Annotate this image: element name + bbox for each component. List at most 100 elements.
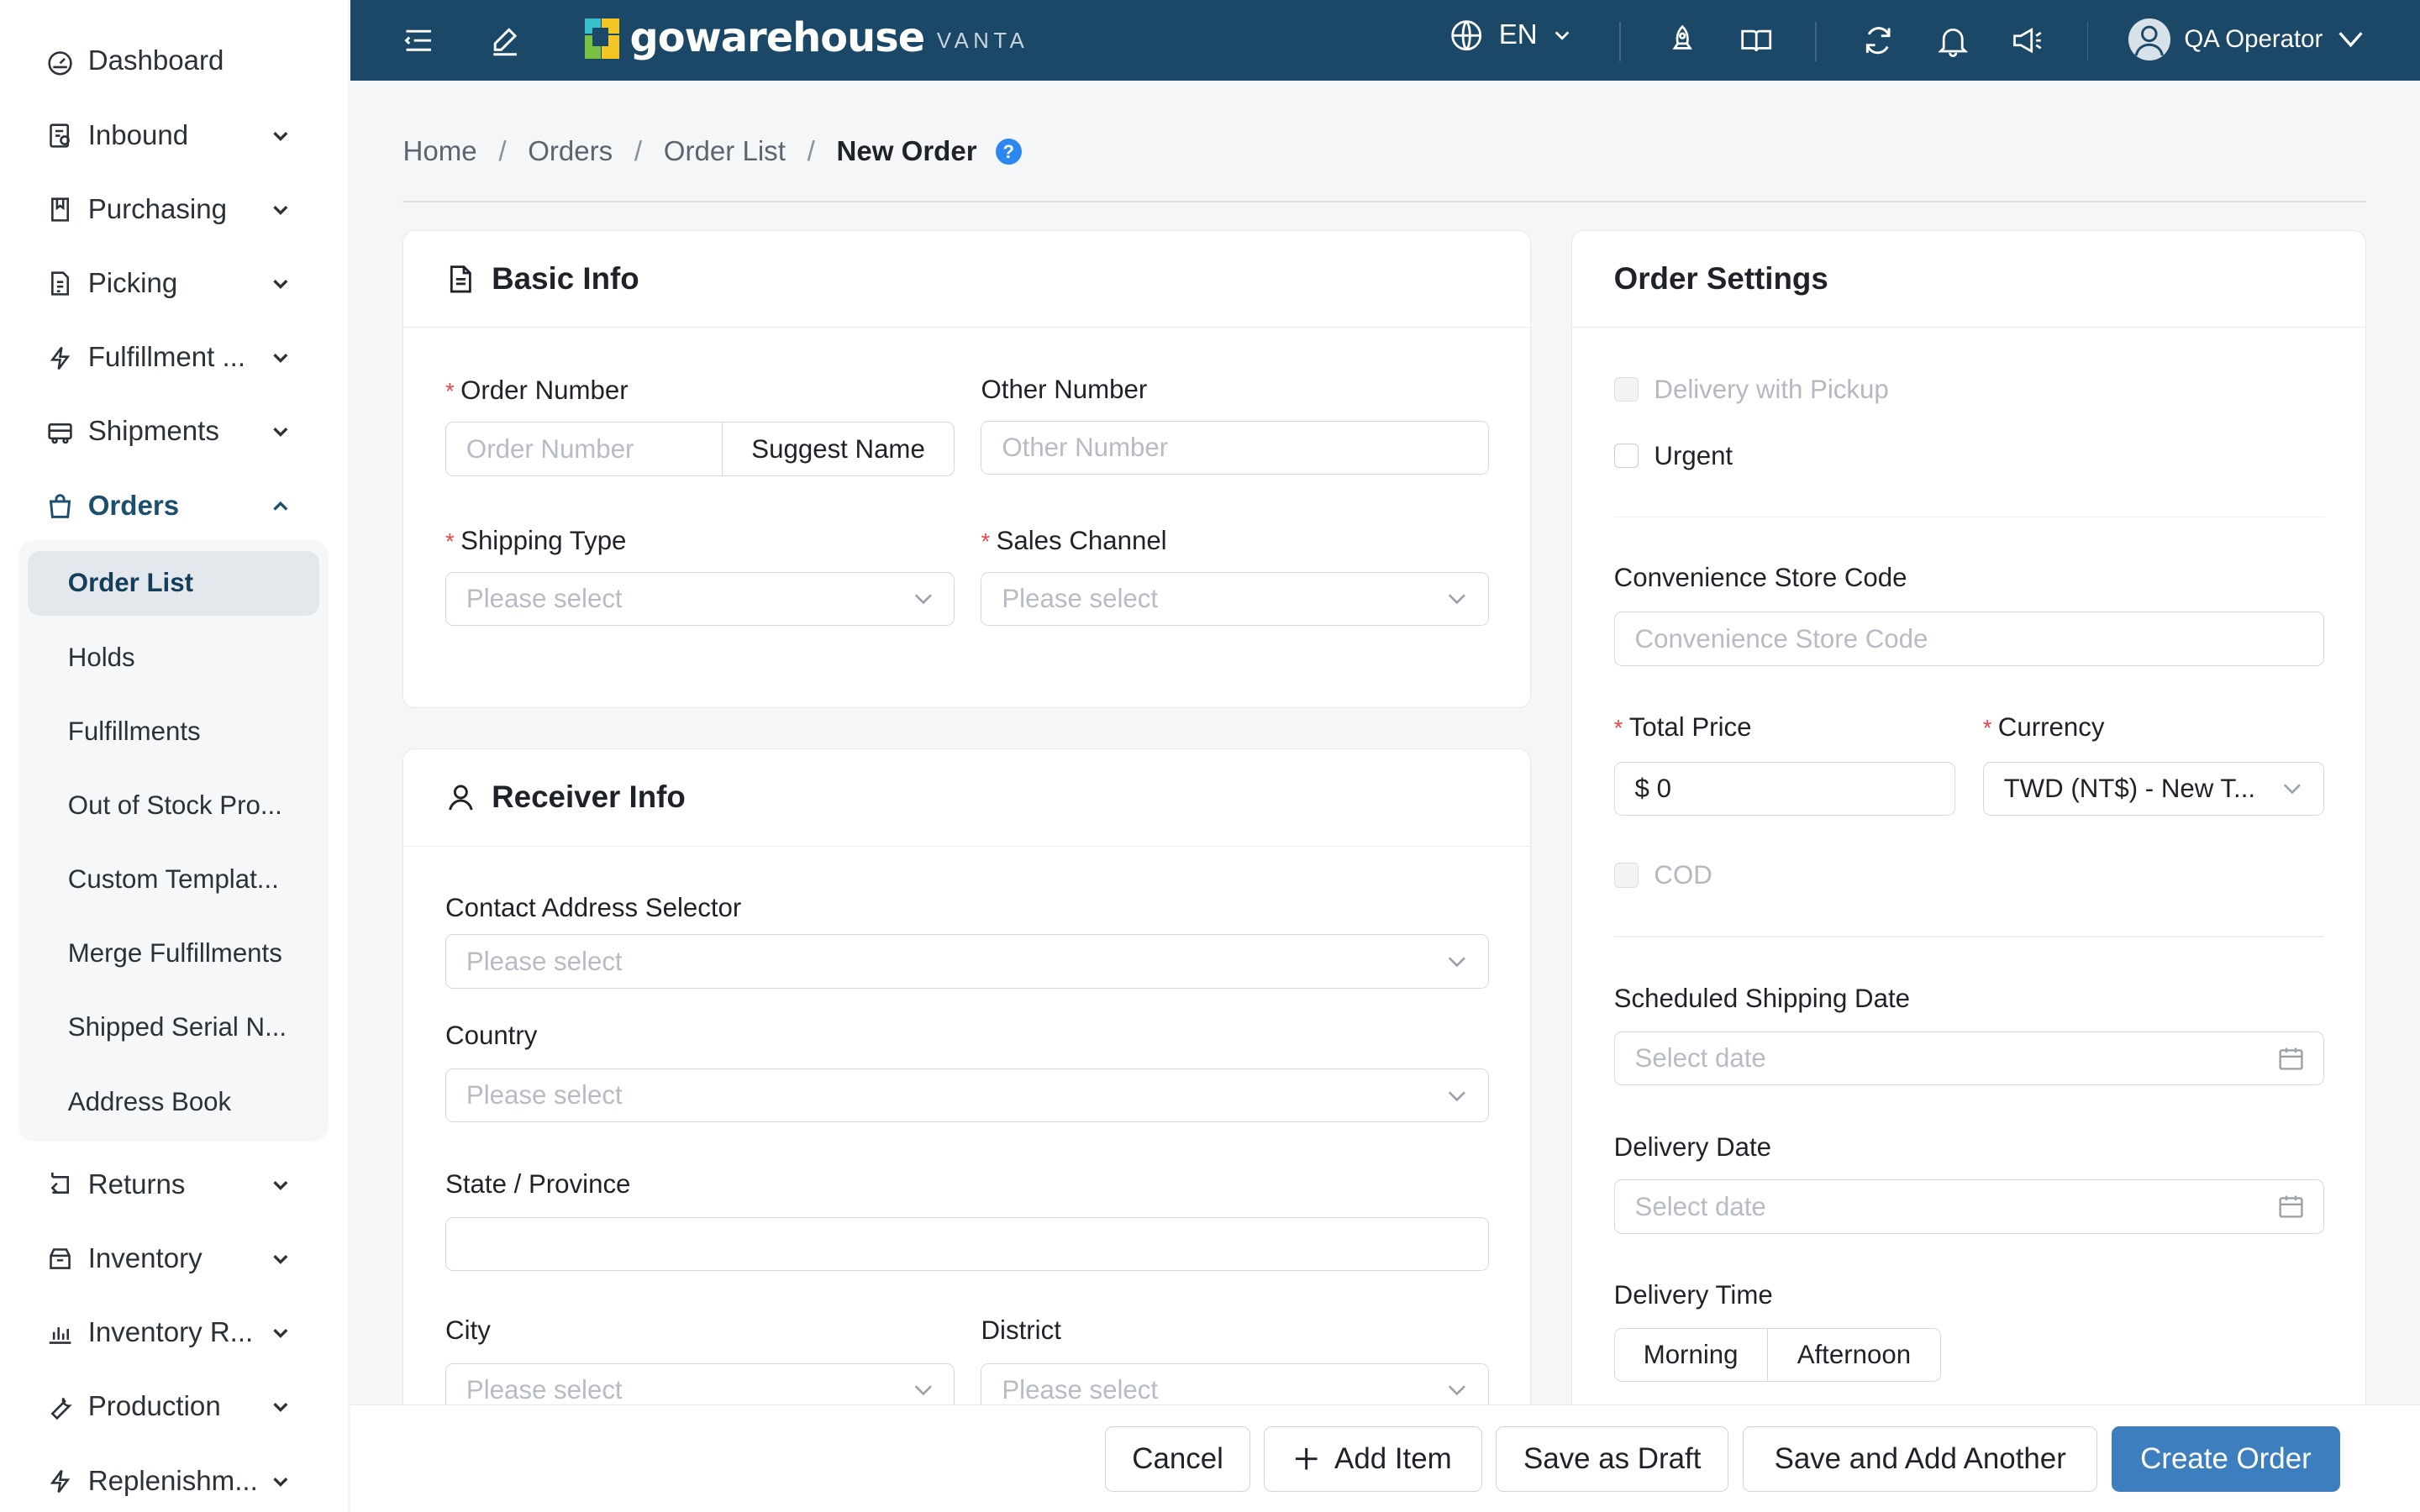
delivery-with-pickup-checkbox[interactable]: Delivery with Pickup bbox=[1613, 374, 1889, 405]
bell-icon[interactable] bbox=[1934, 22, 1971, 59]
checkbox-label: Delivery with Pickup bbox=[1654, 374, 1889, 404]
chevron-down-icon bbox=[273, 1477, 288, 1487]
sidebar-item-production[interactable]: Production bbox=[0, 1373, 348, 1441]
edit-pen-icon[interactable] bbox=[487, 22, 523, 59]
help-icon[interactable]: ? bbox=[995, 139, 1022, 165]
sidebar-item-purchasing[interactable]: Purchasing bbox=[0, 176, 348, 244]
checkbox-box bbox=[1613, 443, 1639, 469]
delivery-date-picker[interactable]: Select date bbox=[1613, 1179, 2324, 1234]
submenu-item-fulfillments[interactable]: Fulfillments bbox=[28, 699, 319, 764]
country-label: Country bbox=[445, 1021, 538, 1051]
submenu-item-out-of-stock[interactable]: Out of Stock Pro... bbox=[28, 773, 319, 837]
shipping-type-select[interactable]: Please select bbox=[445, 571, 955, 626]
total-price-input[interactable]: $ 0 bbox=[1613, 761, 1955, 816]
delivery-date-label: Delivery Date bbox=[1613, 1131, 1772, 1162]
select-placeholder: Please select bbox=[466, 1375, 623, 1405]
breadcrumb-separator: / bbox=[807, 135, 815, 167]
brand-sub: VANTA bbox=[936, 29, 1029, 54]
chevron-down-icon bbox=[2338, 32, 2363, 48]
delivery-time-label: Delivery Time bbox=[1613, 1279, 1773, 1310]
submenu-item-merge-fulfillments[interactable]: Merge Fulfillments bbox=[28, 921, 319, 986]
checkbox-label: Urgent bbox=[1654, 440, 1733, 470]
submenu-item-holds[interactable]: Holds bbox=[28, 625, 319, 690]
breadcrumb-order-list[interactable]: Order List bbox=[664, 136, 786, 168]
sales-channel-select[interactable]: Please select bbox=[981, 571, 1489, 626]
sidebar-item-returns[interactable]: Returns bbox=[0, 1151, 348, 1219]
delivery-time-afternoon[interactable]: Afternoon bbox=[1768, 1329, 1941, 1381]
submenu-item-custom-templates[interactable]: Custom Templat... bbox=[28, 848, 319, 912]
rocket-icon[interactable] bbox=[1664, 22, 1701, 59]
calendar-icon bbox=[2279, 1047, 2303, 1070]
currency-label: * Currency bbox=[1982, 711, 2105, 742]
submenu-item-address-book[interactable]: Address Book bbox=[28, 1069, 319, 1134]
sidebar-item-inventory-reports[interactable]: Inventory R... bbox=[0, 1299, 348, 1368]
topbar-divider bbox=[2086, 21, 2089, 62]
create-order-button[interactable]: Create Order bbox=[2112, 1426, 2340, 1492]
shopping-bag-icon bbox=[46, 492, 74, 520]
order-number-label: * Order Number bbox=[445, 375, 629, 406]
cod-checkbox[interactable]: COD bbox=[1613, 860, 1712, 890]
sidebar-item-shipments[interactable]: Shipments bbox=[0, 398, 348, 466]
button-label: Add Item bbox=[1334, 1441, 1452, 1475]
user-menu[interactable]: QA Operator bbox=[2128, 18, 2365, 60]
refresh-icon[interactable] bbox=[1860, 22, 1897, 59]
order-settings-header: Order Settings bbox=[1572, 231, 2366, 328]
district-label: District bbox=[981, 1315, 1061, 1346]
megaphone-icon[interactable] bbox=[2008, 22, 2045, 59]
delivery-time-morning[interactable]: Morning bbox=[1615, 1328, 1768, 1382]
footer-action-bar: Cancel Add Item Save as Draft Save and A… bbox=[350, 1404, 2420, 1512]
cancel-button[interactable]: Cancel bbox=[1105, 1426, 1250, 1492]
suggest-name-button[interactable]: Suggest Name bbox=[721, 422, 955, 476]
scheduled-date-picker[interactable]: Select date bbox=[1613, 1032, 2324, 1086]
basic-info-header: Basic Info bbox=[403, 231, 1531, 328]
state-province-input[interactable] bbox=[445, 1216, 1489, 1271]
lightning-icon bbox=[46, 1467, 74, 1495]
language-selector[interactable]: EN bbox=[1449, 18, 1571, 52]
breadcrumb-home[interactable]: Home bbox=[402, 136, 476, 168]
sidebar-item-orders[interactable]: Orders bbox=[0, 472, 348, 540]
select-placeholder: Please select bbox=[466, 583, 623, 613]
select-placeholder: Please select bbox=[466, 1080, 623, 1110]
other-number-input[interactable]: Other Number bbox=[981, 420, 1489, 475]
breadcrumb-orders[interactable]: Orders bbox=[528, 136, 613, 168]
chevron-down-icon bbox=[273, 205, 288, 215]
lightning-icon bbox=[46, 344, 74, 372]
urgent-checkbox[interactable]: Urgent bbox=[1613, 440, 1733, 471]
brand-name: gowarehouse bbox=[629, 15, 925, 62]
purchasing-icon bbox=[46, 196, 74, 223]
contact-address-select[interactable]: Please select bbox=[445, 934, 1489, 989]
currency-select[interactable]: TWD (NT$) - New T... bbox=[1982, 761, 2324, 816]
brand-logo[interactable]: gowarehouse VANTA bbox=[585, 15, 1028, 61]
inbound-icon bbox=[46, 122, 74, 150]
save-add-another-button[interactable]: Save and Add Another bbox=[1742, 1426, 2098, 1492]
sidebar-item-picking[interactable]: Picking bbox=[0, 250, 348, 318]
sidebar-item-dashboard[interactable]: Dashboard bbox=[0, 28, 348, 96]
sidebar-item-inbound[interactable]: Inbound bbox=[0, 102, 348, 170]
submenu-item-order-list[interactable]: Order List bbox=[28, 550, 320, 616]
sidebar-item-label: Inbound bbox=[87, 119, 189, 151]
store-code-input[interactable]: Convenience Store Code bbox=[1613, 612, 2324, 666]
checkbox-box bbox=[1613, 863, 1639, 888]
menu-toggle-icon[interactable] bbox=[400, 22, 437, 59]
sidebar-item-replenishment[interactable]: Replenishm... bbox=[0, 1447, 348, 1512]
page-title: New Order bbox=[836, 135, 977, 167]
order-number-input[interactable]: Order Number bbox=[445, 422, 723, 476]
country-select[interactable]: Please select bbox=[445, 1068, 1489, 1123]
orders-submenu: Order List Holds Fulfillments Out of Sto… bbox=[18, 539, 329, 1142]
sidebar-item-label: Returns bbox=[87, 1168, 186, 1200]
chevron-down-icon bbox=[914, 594, 932, 605]
chevron-down-icon bbox=[273, 280, 288, 290]
receiver-info-card: Receiver Info Contact Address Selector P… bbox=[402, 748, 1532, 1458]
submenu-item-shipped-serial[interactable]: Shipped Serial N... bbox=[28, 995, 319, 1060]
card-title: Order Settings bbox=[1613, 261, 1828, 297]
wrench-icon bbox=[46, 1394, 74, 1421]
chevron-down-icon bbox=[1449, 957, 1466, 967]
book-icon[interactable] bbox=[1738, 22, 1775, 59]
calendar-icon bbox=[2279, 1195, 2303, 1218]
add-item-button[interactable]: Add Item bbox=[1264, 1426, 1482, 1492]
sidebar-item-inventory[interactable]: Inventory bbox=[0, 1226, 348, 1294]
select-placeholder: Please select bbox=[466, 946, 623, 976]
sidebar-item-fulfillment[interactable]: Fulfillment ... bbox=[0, 324, 348, 392]
save-draft-button[interactable]: Save as Draft bbox=[1496, 1426, 1729, 1492]
dashboard-icon bbox=[46, 48, 74, 76]
